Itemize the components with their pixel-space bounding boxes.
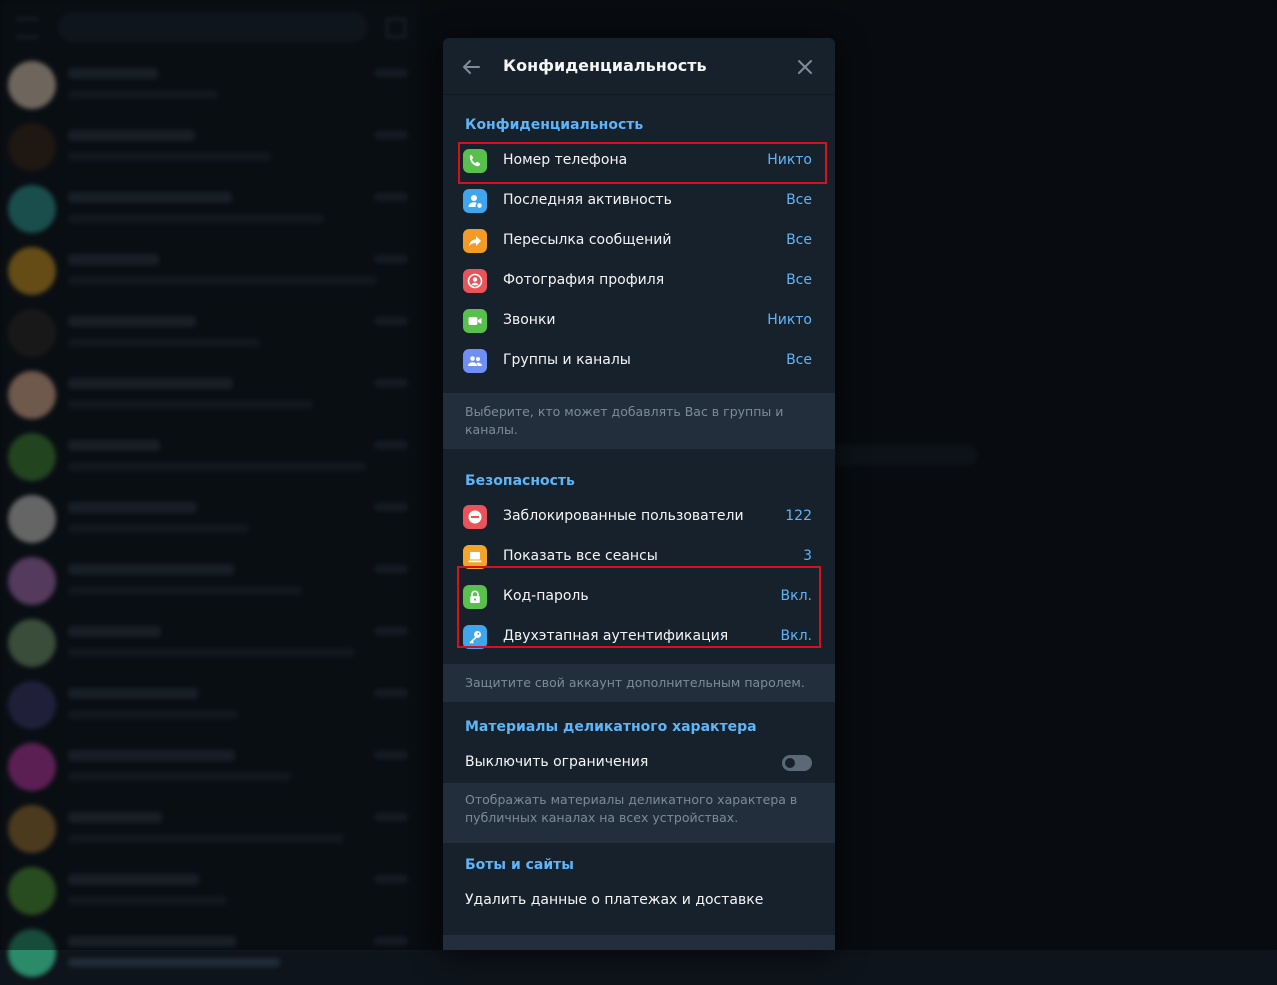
sessions-row[interactable]: Показать все сеансы 3 — [443, 537, 835, 577]
forwarding-row[interactable]: Пересылка сообщений Все — [443, 221, 835, 261]
bots-section-heading: Боты и сайты — [465, 857, 574, 873]
last-seen-value: Все — [786, 192, 812, 208]
sensitive-note-line2: публичных каналах на всех устройствах. — [465, 810, 739, 825]
groups-channels-label: Группы и каналы — [503, 352, 631, 368]
sensitive-note-line1: Отображать материалы деликатного характе… — [465, 792, 798, 807]
last-seen-row[interactable]: Последняя активность Все — [443, 181, 835, 221]
disable-restrictions-label: Выключить ограничения — [465, 754, 649, 770]
back-arrow-icon[interactable] — [457, 53, 485, 81]
close-icon[interactable] — [791, 53, 819, 81]
blocked-users-label: Заблокированные пользователи — [503, 508, 744, 524]
calls-label: Звонки — [503, 312, 556, 328]
two-step-value: Вкл. — [780, 628, 812, 644]
security-section-heading: Безопасность — [465, 473, 575, 489]
key-icon — [463, 625, 487, 649]
modal-title: Конфиденциальность — [503, 56, 707, 75]
video-call-icon — [463, 309, 487, 333]
profile-photo-label: Фотография профиля — [503, 272, 665, 288]
phone-number-label: Номер телефона — [503, 152, 628, 168]
user-status-icon — [463, 189, 487, 213]
bots-note-strip — [443, 935, 835, 950]
profile-photo-row[interactable]: Фотография профиля Все — [443, 261, 835, 301]
chat-preview-placeholder — [68, 958, 280, 967]
blocked-icon — [463, 505, 487, 529]
calls-value: Никто — [767, 312, 812, 328]
disable-restrictions-row[interactable]: Выключить ограничения — [443, 743, 835, 783]
delete-payment-data-label: Удалить данные о платежах и доставке — [465, 892, 764, 908]
passcode-value: Вкл. — [780, 588, 812, 604]
groups-channels-row[interactable]: Группы и каналы Все — [443, 341, 835, 381]
profile-photo-icon — [463, 269, 487, 293]
modal-header: Конфиденциальность — [443, 38, 835, 95]
calls-row[interactable]: Звонки Никто — [443, 301, 835, 341]
sensitive-note: Отображать материалы деликатного характе… — [443, 783, 835, 843]
blocked-users-value: 122 — [785, 508, 812, 524]
two-step-row[interactable]: Двухэтапная аутентификация Вкл. — [443, 617, 835, 657]
groups-note: Выберите, кто может добавлять Вас в груп… — [443, 393, 835, 449]
privacy-section-heading: Конфиденциальность — [465, 117, 644, 133]
last-seen-label: Последняя активность — [503, 192, 672, 208]
phone-number-row[interactable]: Номер телефона Никто — [443, 141, 835, 181]
sessions-label: Показать все сеансы — [503, 548, 658, 564]
passcode-label: Код-пароль — [503, 588, 589, 604]
sensitive-section-heading: Материалы деликатного характера — [465, 719, 757, 735]
two-step-label: Двухэтапная аутентификация — [503, 628, 729, 644]
phone-number-value: Никто — [767, 152, 812, 168]
groups-icon — [463, 349, 487, 373]
forward-icon — [463, 229, 487, 253]
password-note: Защитите свой аккаунт дополнительным пар… — [443, 664, 835, 702]
passcode-row[interactable]: Код-пароль Вкл. — [443, 577, 835, 617]
forwarding-label: Пересылка сообщений — [503, 232, 672, 248]
privacy-settings-modal: Конфиденциальность Конфиденциальность Но… — [443, 38, 835, 950]
laptop-icon — [463, 545, 487, 569]
phone-icon — [463, 149, 487, 173]
delete-payment-data-row[interactable]: Удалить данные о платежах и доставке — [443, 881, 835, 921]
profile-photo-value: Все — [786, 272, 812, 288]
forwarding-value: Все — [786, 232, 812, 248]
blocked-users-row[interactable]: Заблокированные пользователи 122 — [443, 497, 835, 537]
groups-channels-value: Все — [786, 352, 812, 368]
lock-icon — [463, 585, 487, 609]
disable-restrictions-toggle[interactable] — [782, 755, 812, 771]
toggle-knob — [783, 756, 797, 770]
sessions-value: 3 — [803, 548, 812, 564]
